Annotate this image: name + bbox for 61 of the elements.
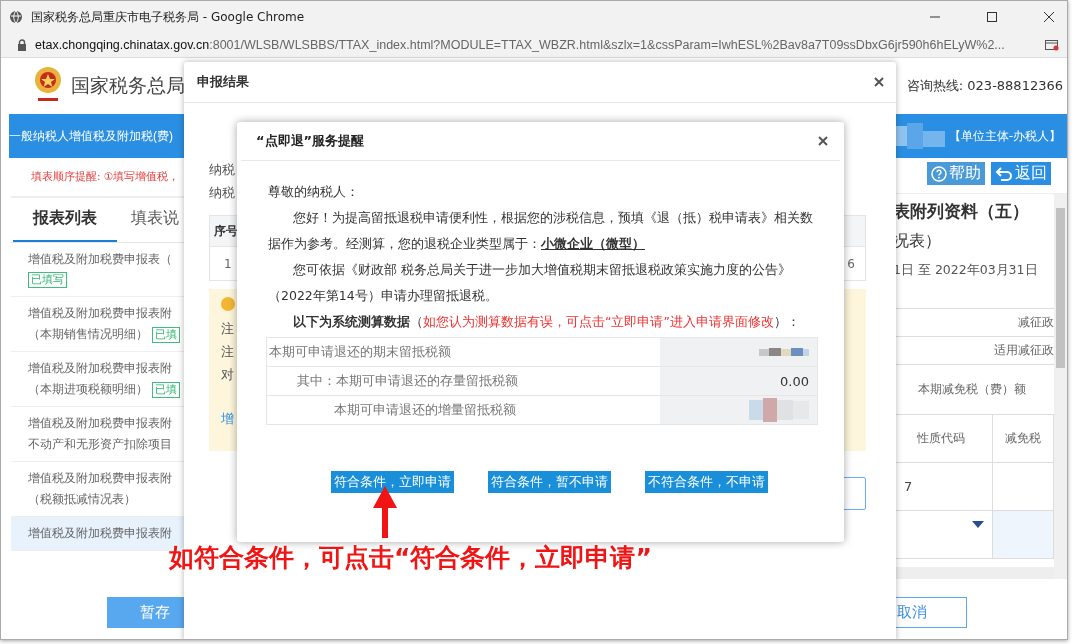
return-arrow-icon (995, 165, 1013, 182)
action-button[interactable]: 符合条件，暂不申请 (488, 471, 611, 493)
notice-text: 对 (221, 366, 234, 384)
table-header: 减征政 (1018, 314, 1054, 331)
close-icon[interactable] (1043, 11, 1055, 23)
action-button[interactable]: 符合条件，立即申请 (331, 471, 454, 493)
filled-tag: 已填 (152, 327, 180, 343)
tab[interactable]: 填表说 (131, 208, 179, 242)
hotline-text: 咨询热线: 023-88812366 (906, 77, 1064, 95)
dialog-title: “点即退”服务提醒 (256, 132, 365, 150)
dialog-title: 申报结果 (197, 73, 249, 91)
info-icon (221, 297, 235, 311)
table-header: 适用减征政 (994, 342, 1054, 359)
form-name: 增值税及附加税费申报表附 (28, 360, 173, 377)
notice-text: 注 (221, 320, 234, 338)
form-name: 增值税及附加税费申报表附 (28, 415, 173, 432)
form-name: 增值税及附加税费申报表附 (28, 525, 173, 542)
table-cell: 6 (847, 256, 855, 271)
role-label: 【单位主体-办税人】 (948, 127, 1062, 145)
table-header: 本期减免税（费）额 (917, 381, 1026, 398)
form-name: （本期进项税额明细） 已填 (28, 381, 184, 398)
data-intro-text: 以下为系统测算数据（如您认为测算数据有误，可点击“立即申请”进入申请界面修改）： (292, 313, 801, 331)
globe-icon (9, 10, 23, 24)
arrow-icon (372, 486, 398, 538)
lock-icon (17, 39, 27, 51)
form-name: 增值税及附加税费申报表附 (28, 470, 173, 487)
vertical-scrollbar[interactable] (1054, 194, 1067, 579)
input-field[interactable] (993, 511, 1054, 559)
site-title: 国家税务总局 (71, 73, 185, 98)
table-cell-text: 本期可申请退还的增量留抵税额 (333, 400, 517, 419)
back-button[interactable]: 返回 (991, 162, 1051, 185)
table-cell-text: 其中：本期可申请退还的存量留抵税额 (296, 371, 519, 390)
maximize-icon[interactable] (986, 11, 998, 23)
action-button[interactable]: 不符合条件，不申请 (645, 471, 768, 493)
banner-title: 一般纳税人增值税及附加税(费) (9, 127, 173, 145)
form-name: 增值税及附加税费申报表（ (28, 251, 173, 268)
table-cell: 0.00 (780, 373, 809, 389)
greeting-text: 尊敬的纳税人： (268, 183, 360, 201)
form-name: 增值税及附加税费申报表附 (28, 305, 173, 322)
tab[interactable]: 报表列表 (13, 208, 117, 242)
help-icon (931, 165, 947, 182)
field-label: 纳税 (209, 161, 235, 179)
help-button[interactable]: 帮助 (927, 162, 985, 185)
table-cell-text: 本期可申请退还的期末留抵税额 (268, 342, 452, 361)
card-icon[interactable] (1045, 39, 1059, 51)
link[interactable]: 增 (221, 410, 234, 428)
message-paragraph: 您好！为提高留抵退税申请便利性，根据您的涉税信息，预填《退（抵）税申请表》相关数据作为参考。经测算，您的退税企业类型属于：小微企业（微型） (268, 209, 814, 253)
form-name: 不动产和无形资产扣除项目 (28, 436, 173, 453)
message-paragraph: 您可依据《财政部 税务总局关于进一步加大增值税期末留抵退税政策实施力度的公告》（2022年第14号）申请办理留抵退税。 (268, 261, 792, 305)
caret-icon (972, 521, 984, 529)
window-title: 国家税务总局重庆市电子税务局 - Google Chrome (31, 8, 305, 26)
form-name: （税额抵减情况表） (28, 491, 137, 508)
table-header: 序号 (214, 222, 238, 240)
close-icon[interactable] (874, 77, 884, 87)
filled-tag: 已填 (152, 382, 180, 398)
form-name: （本期销售情况明细） 已填 (28, 326, 184, 343)
table-cell: 1 (224, 256, 232, 271)
close-icon[interactable] (818, 136, 828, 146)
notice-text: 注 (221, 343, 234, 361)
filled-tag: 已填写 (28, 272, 67, 288)
field-label: 纳税 (209, 184, 235, 202)
